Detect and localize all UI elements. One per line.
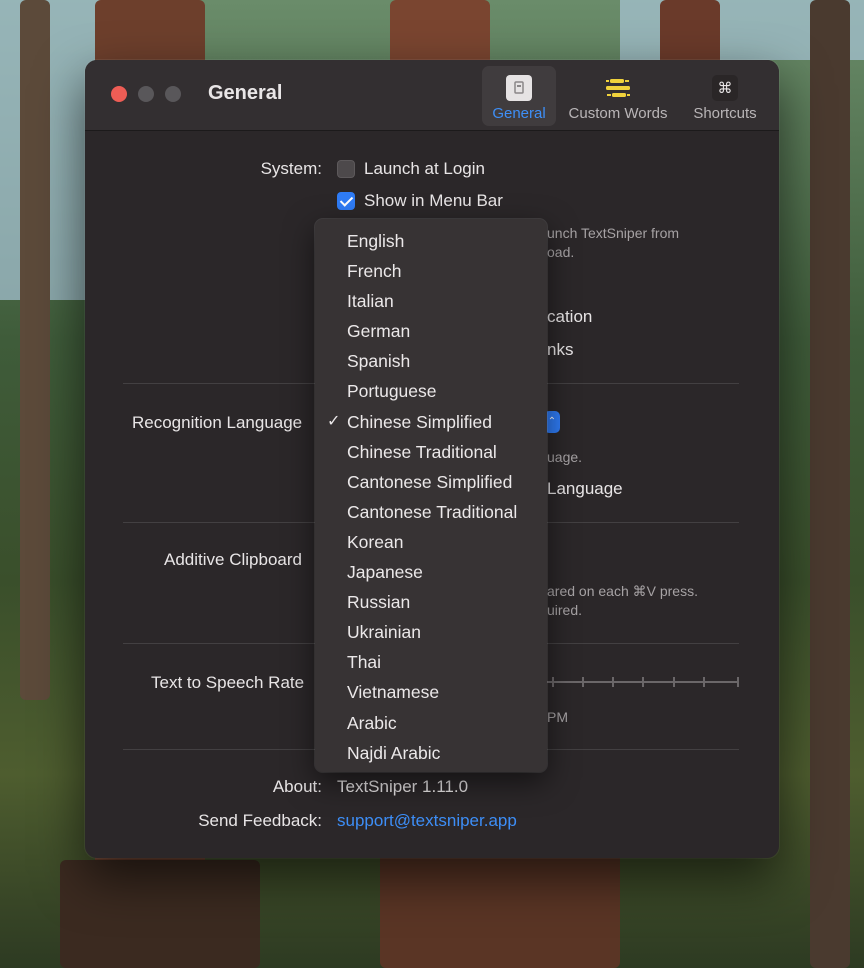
tab-shortcuts-label: Shortcuts — [693, 105, 757, 122]
system-option-partial-1: cation — [547, 307, 593, 326]
clipboard-hint-line1: ared on each ⌘V press. — [547, 583, 698, 599]
additive-clipboard-label: Additive Clipboard — [164, 550, 302, 569]
recognition-hint: uage. — [547, 449, 583, 465]
app-version: TextSniper 1.11.0 — [337, 777, 469, 796]
speech-rate-value: PM — [547, 709, 568, 725]
menu-item-label: Chinese Simplified — [347, 411, 492, 432]
title-bar: General General Custom Words ⌘ Shortcuts — [85, 60, 779, 131]
tab-general-label: General — [492, 105, 546, 122]
launch-at-login-label: Launch at Login — [364, 159, 485, 178]
checkmark-icon: ✓ — [327, 412, 341, 430]
show-in-menu-bar-label: Show in Menu Bar — [364, 191, 503, 210]
launch-at-login-checkbox[interactable] — [337, 160, 355, 178]
menu-item-label: Thai — [347, 652, 382, 673]
menu-item-arabic[interactable]: Arabic — [315, 708, 547, 738]
language-dropdown-menu: English French Italian German Spanish Po… — [315, 219, 547, 772]
menu-item-label: Chinese Traditional — [347, 441, 497, 462]
slider-tick — [582, 677, 584, 687]
slider-tick — [703, 677, 705, 687]
menu-item-label: Vietnamese — [347, 682, 440, 703]
show-in-menu-bar-checkbox[interactable] — [337, 192, 355, 210]
menu-item-label: Ukrainian — [347, 622, 421, 643]
system-hint-line1: unch TextSniper from — [547, 225, 680, 241]
tab-custom-words[interactable]: Custom Words — [563, 66, 673, 126]
menu-item-label: German — [347, 321, 411, 342]
menu-item-english[interactable]: English — [315, 226, 547, 256]
menu-item-italian[interactable]: Italian — [315, 286, 547, 316]
svg-text:⌘: ⌘ — [718, 79, 733, 97]
menu-item-label: Najdi Arabic — [347, 742, 441, 763]
menu-item-portuguese[interactable]: Portuguese — [315, 376, 547, 406]
zoom-window-button[interactable] — [165, 86, 181, 102]
menu-item-chinese-traditional[interactable]: Chinese Traditional — [315, 437, 547, 467]
menu-item-label: Arabic — [347, 712, 397, 733]
slider-tick — [673, 677, 675, 687]
tab-shortcuts[interactable]: ⌘ Shortcuts — [682, 66, 768, 126]
slider-tick — [642, 677, 644, 687]
menu-item-label: Cantonese Traditional — [347, 501, 518, 522]
recognition-option-partial: Language — [547, 479, 623, 498]
menu-item-korean[interactable]: Korean — [315, 527, 547, 557]
menu-item-cantonese-simplified[interactable]: Cantonese Simplified — [315, 467, 547, 497]
menu-item-spanish[interactable]: Spanish — [315, 346, 547, 376]
custom-words-icon — [604, 74, 632, 106]
menu-item-japanese[interactable]: Japanese — [315, 557, 547, 587]
menu-item-label: Spanish — [347, 351, 411, 372]
general-icon — [505, 74, 533, 106]
menu-item-french[interactable]: French — [315, 256, 547, 286]
minimize-window-button[interactable] — [138, 86, 154, 102]
menu-item-russian[interactable]: Russian — [315, 587, 547, 617]
recognition-language-label: Recognition Language — [132, 413, 303, 432]
menu-item-najdi-arabic[interactable]: Najdi Arabic — [315, 738, 547, 768]
close-window-button[interactable] — [111, 86, 127, 102]
window-title: General — [208, 82, 283, 104]
system-option-partial-2: nks — [547, 340, 574, 359]
send-feedback-label: Send Feedback: — [198, 811, 322, 830]
menu-item-label: Japanese — [347, 562, 423, 583]
menu-item-label: Cantonese Simplified — [347, 471, 513, 492]
slider-tick — [612, 677, 614, 687]
tab-general[interactable]: General — [482, 66, 556, 126]
menu-item-german[interactable]: German — [315, 316, 547, 346]
menu-item-label: Russian — [347, 592, 411, 613]
slider-tick — [737, 677, 739, 687]
about-label: About: — [272, 777, 322, 796]
system-hint-line2: oad. — [547, 244, 575, 260]
menu-item-chinese-simplified[interactable]: ✓ Chinese Simplified — [315, 407, 547, 437]
menu-item-label: Portuguese — [347, 381, 437, 402]
menu-item-vietnamese[interactable]: Vietnamese — [315, 677, 547, 707]
menu-item-thai[interactable]: Thai — [315, 647, 547, 677]
menu-item-ukrainian[interactable]: Ukrainian — [315, 617, 547, 647]
tab-custom-words-label: Custom Words — [568, 105, 668, 122]
menu-item-label: French — [347, 261, 402, 282]
support-email-link[interactable]: support@textsniper.app — [337, 811, 517, 831]
slider-tick — [552, 677, 554, 687]
command-icon: ⌘ — [711, 74, 739, 106]
menu-item-label: Italian — [347, 291, 394, 312]
clipboard-hint-line2: uired. — [547, 602, 583, 618]
text-to-speech-rate-label: Text to Speech Rate — [151, 673, 305, 692]
menu-item-cantonese-traditional[interactable]: Cantonese Traditional — [315, 497, 547, 527]
menu-item-label: Korean — [347, 531, 404, 552]
menu-item-label: English — [347, 231, 405, 251]
system-label: System: — [260, 159, 322, 178]
